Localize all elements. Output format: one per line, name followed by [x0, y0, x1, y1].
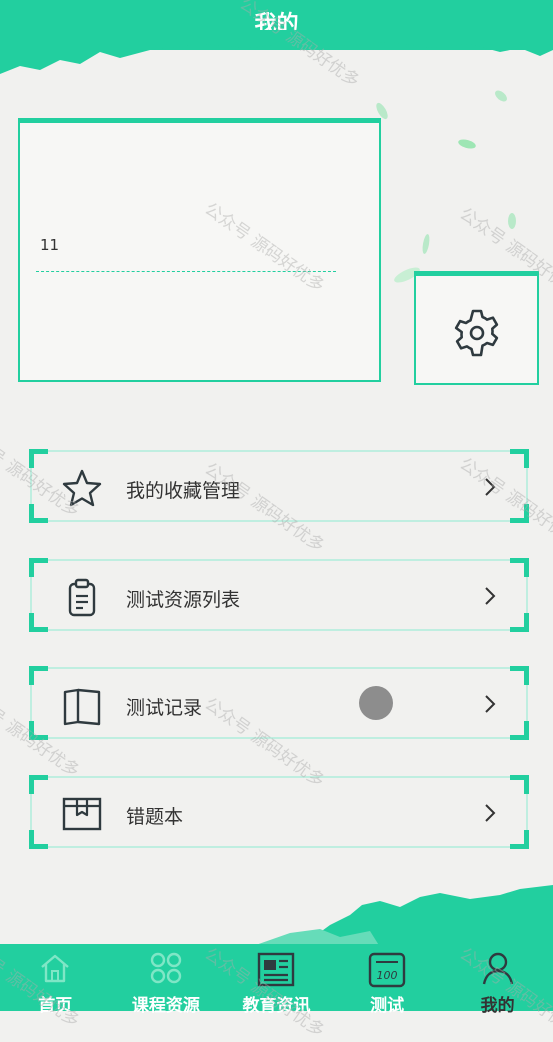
- leaf-decoration: [422, 234, 430, 254]
- menu-item-test-records[interactable]: 测试记录: [29, 666, 529, 740]
- grid-icon: [150, 952, 182, 984]
- chevron-right-icon: [485, 587, 496, 605]
- menu-item-label: 我的收藏管理: [126, 480, 241, 502]
- chevron-right-icon: [485, 695, 496, 713]
- clipboard-icon: [68, 578, 96, 617]
- tab-mine[interactable]: 我的: [442, 944, 553, 1016]
- news-icon: [258, 952, 295, 987]
- menu-item-label: 错题本: [126, 806, 184, 828]
- star-icon: [62, 469, 102, 507]
- tab-courses[interactable]: 课程资源: [111, 944, 222, 1016]
- profile-card[interactable]: 11: [18, 118, 381, 382]
- touch-indicator: [359, 686, 393, 720]
- tab-label: 测试: [370, 996, 405, 1016]
- tab-home[interactable]: 首页: [0, 944, 111, 1016]
- menu-item-label: 测试记录: [126, 697, 203, 719]
- test-score-text: 100: [377, 969, 398, 982]
- leaf-decoration: [376, 102, 388, 120]
- tab-news[interactable]: 教育资讯: [221, 944, 332, 1016]
- tab-label: 我的: [480, 996, 515, 1016]
- chevron-right-icon: [485, 804, 496, 822]
- gear-icon: [454, 309, 499, 357]
- leaf-decoration: [508, 213, 516, 229]
- tab-label: 教育资讯: [242, 996, 311, 1016]
- menu-item-favorites[interactable]: 我的收藏管理: [29, 449, 529, 523]
- leaf-decoration: [495, 90, 507, 102]
- dashed-divider: [36, 271, 336, 272]
- test-icon: 100: [368, 952, 406, 988]
- tab-label: 首页: [38, 996, 73, 1016]
- menu-item-label: 测试资源列表: [126, 589, 241, 611]
- footer-hill-decoration: [250, 885, 553, 947]
- tab-label: 课程资源: [131, 996, 200, 1016]
- menu-item-wrong-questions[interactable]: 错题本: [29, 775, 529, 849]
- person-icon: [482, 952, 513, 985]
- profile-username: 11: [40, 236, 60, 254]
- box-icon: [62, 797, 102, 831]
- chevron-right-icon: [485, 478, 496, 496]
- settings-button[interactable]: [414, 271, 539, 385]
- bottom-tab-bar: 首页 课程资源 教育资讯 100 测试 我的: [0, 944, 553, 1016]
- leaf-decoration: [458, 139, 476, 149]
- home-icon: [41, 954, 70, 983]
- tab-test[interactable]: 100 测试: [332, 944, 443, 1016]
- book-icon: [63, 688, 101, 726]
- menu-item-test-resources[interactable]: 测试资源列表: [29, 558, 529, 632]
- header-brush-decoration: [0, 30, 553, 74]
